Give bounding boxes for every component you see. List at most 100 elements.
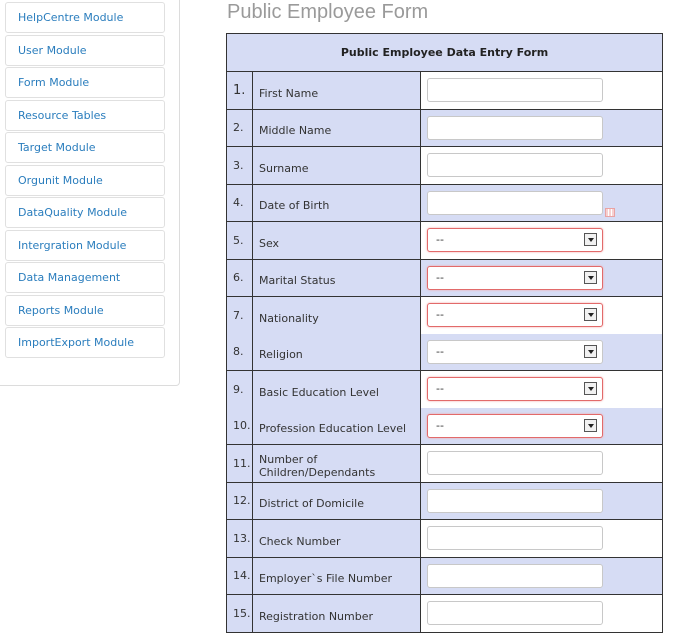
field-label: Basic Education Level bbox=[252, 370, 421, 408]
field-label: Surname bbox=[252, 146, 421, 185]
field-label: Nationality bbox=[252, 296, 421, 334]
row-number: 8. bbox=[226, 333, 253, 371]
chevron-down-icon[interactable] bbox=[584, 382, 597, 396]
field-label: Middle Name bbox=[252, 108, 421, 147]
form-row-religion: 8. Religion -- bbox=[226, 333, 663, 371]
row-number: 2. bbox=[226, 108, 253, 147]
select-value: -- bbox=[436, 233, 444, 247]
module-nav-list: HelpCentre Module User Module Form Modul… bbox=[5, 2, 165, 360]
form-row-employer-file-number: 14. Employer`s File Number bbox=[226, 556, 663, 595]
profession-education-level-select[interactable]: -- bbox=[427, 413, 603, 438]
select-value: -- bbox=[436, 344, 444, 358]
page-title: Public Employee Form bbox=[227, 1, 429, 23]
employee-data-entry-form: Public Employee Data Entry Form 1. First… bbox=[226, 33, 663, 633]
form-row-basic-education-level: 9. Basic Education Level -- bbox=[226, 370, 663, 408]
form-row-number-of-children: 11. Number of Children/Dependants bbox=[226, 444, 663, 483]
nav-item-intergration-module[interactable]: Intergration Module bbox=[5, 229, 165, 261]
row-number: 5. bbox=[226, 221, 253, 260]
field-label-text: Date of Birth bbox=[259, 199, 330, 213]
form-row-surname: 3. Surname bbox=[226, 146, 663, 185]
field-label: Religion bbox=[252, 333, 421, 371]
district-of-domicile-input[interactable] bbox=[427, 488, 603, 513]
sidebar: HelpCentre Module User Module Form Modul… bbox=[0, 0, 180, 386]
chevron-down-icon[interactable] bbox=[584, 418, 597, 432]
select-value: -- bbox=[436, 382, 444, 396]
field-label: Employer`s File Number bbox=[252, 556, 421, 595]
field-label: Sex bbox=[252, 221, 421, 260]
nav-item-importexport-module[interactable]: ImportExport Module bbox=[5, 327, 165, 358]
field-label: Marital Status bbox=[252, 258, 421, 297]
check-number-input[interactable] bbox=[427, 526, 603, 551]
form-header: Public Employee Data Entry Form bbox=[226, 33, 663, 72]
row-number: 13. bbox=[226, 519, 253, 558]
field-label-text: Marital Status bbox=[259, 274, 336, 288]
chevron-down-icon[interactable] bbox=[584, 344, 597, 358]
field-label: District of Domicile bbox=[252, 481, 421, 520]
field-label: Profession Education Level bbox=[252, 407, 421, 445]
nav-item-form-module[interactable]: Form Module bbox=[5, 67, 165, 98]
nav-item-reports-module[interactable]: Reports Module bbox=[5, 294, 165, 326]
marital-status-select[interactable]: -- bbox=[427, 265, 603, 290]
field-label-text: Employer`s File Number bbox=[259, 572, 393, 586]
row-number: 9. bbox=[226, 370, 253, 408]
form-row-marital-status: 6. Marital Status -- bbox=[226, 258, 663, 297]
field-label: Number of Children/Dependants bbox=[252, 444, 421, 483]
row-number: 14. bbox=[226, 556, 253, 595]
registration-number-input[interactable] bbox=[427, 601, 603, 626]
form-row-nationality: 7. Nationality -- bbox=[226, 296, 663, 334]
field-label-text: Middle Name bbox=[259, 124, 332, 138]
religion-select[interactable]: -- bbox=[427, 339, 603, 364]
row-number: 10. bbox=[226, 407, 253, 445]
nav-item-user-module[interactable]: User Module bbox=[5, 34, 165, 66]
surname-input[interactable] bbox=[427, 153, 603, 178]
date-of-birth-input[interactable] bbox=[427, 190, 603, 215]
field-label-text: Registration Number bbox=[259, 609, 374, 623]
field-label: Check Number bbox=[252, 519, 421, 558]
number-of-children-input[interactable] bbox=[427, 451, 603, 476]
form-row-middle-name: 2. Middle Name bbox=[226, 108, 663, 147]
basic-education-level-select[interactable]: -- bbox=[427, 377, 603, 402]
row-number: 6. bbox=[226, 258, 253, 297]
field-label-text: Surname bbox=[259, 161, 309, 175]
form-row-date-of-birth: 4. Date of Birth bbox=[226, 183, 663, 222]
field-label-text: Sex bbox=[259, 236, 280, 250]
chevron-down-icon[interactable] bbox=[584, 270, 597, 284]
nav-item-data-management[interactable]: Data Management bbox=[5, 262, 165, 293]
field-label-text: Nationality bbox=[259, 311, 319, 325]
form-row-first-name: 1. First Name bbox=[226, 71, 663, 110]
nav-item-target-module[interactable]: Target Module bbox=[5, 132, 165, 163]
field-label-text: Religion bbox=[259, 348, 303, 362]
form-row-check-number: 13. Check Number bbox=[226, 519, 663, 558]
form-row-registration-number: 15. Registration Number bbox=[226, 594, 663, 633]
nav-item-resource-tables[interactable]: Resource Tables bbox=[5, 99, 165, 131]
field-label-text: First Name bbox=[259, 86, 319, 100]
nav-item-helpcentre-module[interactable]: HelpCentre Module bbox=[5, 2, 165, 33]
row-number: 1. bbox=[226, 71, 253, 110]
select-value: -- bbox=[436, 418, 444, 432]
row-number: 15. bbox=[226, 594, 253, 633]
row-number: 12. bbox=[226, 481, 253, 520]
field-label-text: Basic Education Level bbox=[259, 385, 379, 399]
field-label: Date of Birth bbox=[252, 183, 421, 222]
calendar-icon[interactable] bbox=[605, 207, 615, 217]
first-name-input[interactable] bbox=[427, 78, 603, 103]
field-label: Registration Number bbox=[252, 594, 421, 633]
employer-file-number-input[interactable] bbox=[427, 563, 603, 588]
row-number: 7. bbox=[226, 296, 253, 334]
select-value: -- bbox=[436, 270, 444, 284]
nav-item-dataquality-module[interactable]: DataQuality Module bbox=[5, 197, 165, 228]
field-label-text: Check Number bbox=[259, 534, 341, 548]
row-number: 11. bbox=[226, 444, 253, 483]
nav-item-orgunit-module[interactable]: Orgunit Module bbox=[5, 164, 165, 196]
row-number: 3. bbox=[226, 146, 253, 185]
sex-select[interactable]: -- bbox=[427, 228, 603, 253]
field-label-text: District of Domicile bbox=[259, 497, 365, 511]
field-label: First Name bbox=[252, 71, 421, 110]
form-row-profession-education-level: 10. Profession Education Level -- bbox=[226, 407, 663, 445]
chevron-down-icon[interactable] bbox=[584, 233, 597, 247]
form-row-district-of-domicile: 12. District of Domicile bbox=[226, 481, 663, 520]
chevron-down-icon[interactable] bbox=[584, 308, 597, 322]
nationality-select[interactable]: -- bbox=[427, 303, 603, 328]
row-number: 4. bbox=[226, 183, 253, 222]
middle-name-input[interactable] bbox=[427, 115, 603, 140]
